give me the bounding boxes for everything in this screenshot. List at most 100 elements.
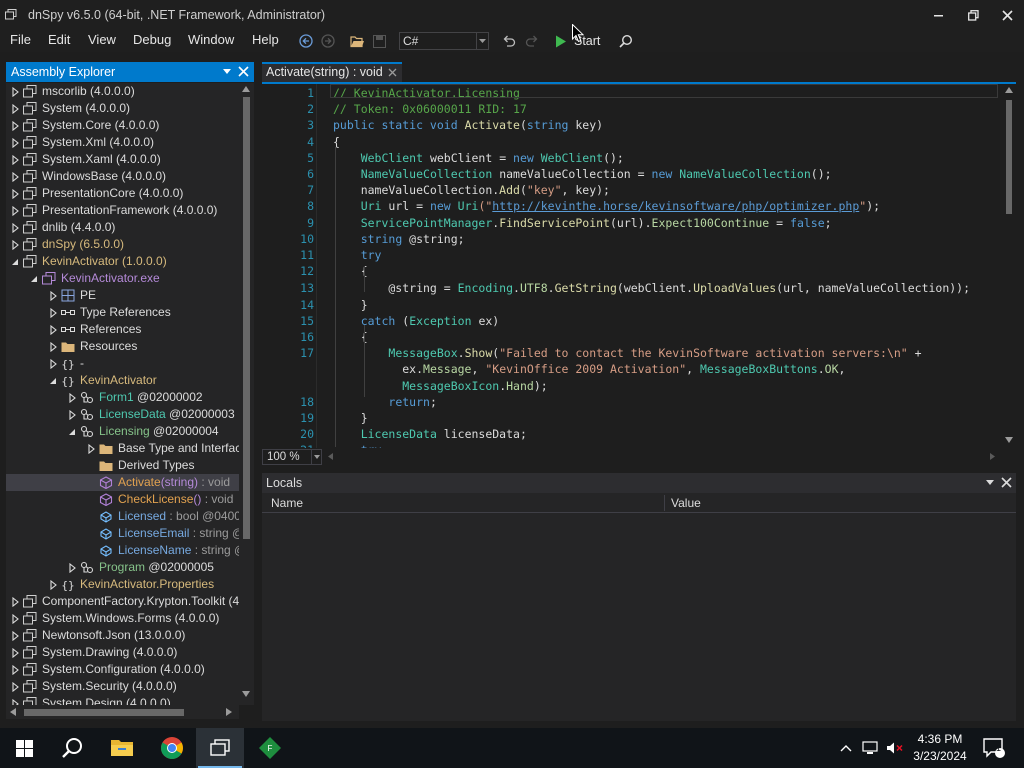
- collapsed-chevron-icon[interactable]: [10, 134, 20, 151]
- menu-view[interactable]: View: [88, 32, 116, 47]
- minimize-button[interactable]: [922, 0, 956, 30]
- collapsed-chevron-icon[interactable]: [10, 83, 20, 100]
- scroll-left-icon[interactable]: [328, 453, 333, 460]
- tree-item[interactable]: PresentationFramework (4.0.0.0): [6, 202, 239, 219]
- tree-item[interactable]: PE: [6, 287, 239, 304]
- tree-item[interactable]: {} KevinActivator: [6, 372, 239, 389]
- tree-item[interactable]: Form1 @02000002: [6, 389, 239, 406]
- taskbar-dnspy[interactable]: [196, 728, 244, 768]
- locals-column-value[interactable]: Value: [671, 493, 701, 513]
- collapsed-chevron-icon[interactable]: [48, 304, 58, 321]
- tree-item[interactable]: Derived Types: [6, 457, 239, 474]
- forward-button[interactable]: [320, 31, 336, 51]
- tree-item[interactable]: PresentationCore (4.0.0.0): [6, 185, 239, 202]
- tree-item[interactable]: {} KevinActivator.Properties: [6, 576, 239, 593]
- taskbar-kevin-activator[interactable]: F: [246, 728, 294, 768]
- taskbar-search-button[interactable]: [48, 728, 96, 768]
- tree-item[interactable]: Licensed : bool @04000001: [6, 508, 239, 525]
- scroll-up-icon[interactable]: [242, 86, 250, 92]
- language-select[interactable]: C#: [399, 32, 489, 50]
- scroll-thumb[interactable]: [24, 709, 184, 716]
- scroll-thumb[interactable]: [243, 97, 250, 539]
- locals-column-name[interactable]: Name: [271, 493, 303, 513]
- code-url-link[interactable]: http://kevinthe.horse/kevinsoftware/php/…: [492, 199, 859, 213]
- scroll-down-icon[interactable]: [1005, 437, 1013, 443]
- collapsed-chevron-icon[interactable]: [48, 287, 58, 304]
- collapsed-chevron-icon[interactable]: [10, 117, 20, 134]
- assembly-tree-vertical-scrollbar[interactable]: [239, 83, 254, 705]
- dropdown-icon[interactable]: [223, 69, 231, 74]
- menu-edit[interactable]: Edit: [48, 32, 70, 47]
- menu-debug[interactable]: Debug: [133, 32, 171, 47]
- menu-file[interactable]: File: [10, 32, 31, 47]
- tree-item[interactable]: Activate(string) : void: [6, 474, 239, 491]
- collapsed-chevron-icon[interactable]: [48, 576, 58, 593]
- menu-help[interactable]: Help: [252, 32, 279, 47]
- scroll-left-icon[interactable]: [10, 708, 16, 716]
- taskbar-file-explorer[interactable]: [98, 728, 146, 768]
- collapsed-chevron-icon[interactable]: [10, 151, 20, 168]
- undo-button[interactable]: [501, 31, 517, 51]
- tree-item[interactable]: Licensing @02000004: [6, 423, 239, 440]
- collapsed-chevron-icon[interactable]: [48, 355, 58, 372]
- close-tab-icon[interactable]: [388, 68, 397, 77]
- scroll-right-icon[interactable]: [990, 453, 995, 460]
- tree-item[interactable]: Base Type and Interfaces: [6, 440, 239, 457]
- expanded-chevron-icon[interactable]: [48, 372, 58, 389]
- tree-item[interactable]: System.Windows.Forms (4.0.0.0): [6, 610, 239, 627]
- collapsed-chevron-icon[interactable]: [10, 627, 20, 644]
- collapsed-chevron-icon[interactable]: [67, 406, 77, 423]
- tree-item[interactable]: References: [6, 321, 239, 338]
- collapsed-chevron-icon[interactable]: [67, 389, 77, 406]
- collapsed-chevron-icon[interactable]: [10, 202, 20, 219]
- expanded-chevron-icon[interactable]: [67, 423, 77, 440]
- collapsed-chevron-icon[interactable]: [10, 661, 20, 678]
- collapsed-chevron-icon[interactable]: [86, 440, 96, 457]
- scroll-thumb[interactable]: [1006, 100, 1012, 214]
- column-divider[interactable]: [664, 495, 665, 511]
- tree-item[interactable]: System.Xml (4.0.0.0): [6, 134, 239, 151]
- start-menu-button[interactable]: [0, 728, 48, 768]
- zoom-select[interactable]: 100 %: [262, 449, 322, 465]
- collapsed-chevron-icon[interactable]: [10, 219, 20, 236]
- tree-item[interactable]: Program @02000005: [6, 559, 239, 576]
- tree-item[interactable]: System.Design (4.0.0.0): [6, 695, 239, 705]
- notifications-button[interactable]: 1: [980, 728, 1008, 768]
- expanded-chevron-icon[interactable]: [29, 270, 39, 287]
- redo-button[interactable]: [524, 31, 540, 51]
- tree-item[interactable]: System.Security (4.0.0.0): [6, 678, 239, 695]
- collapsed-chevron-icon[interactable]: [48, 338, 58, 355]
- tree-item[interactable]: LicenseName : string @04000003: [6, 542, 239, 559]
- collapsed-chevron-icon[interactable]: [10, 695, 20, 705]
- back-button[interactable]: [298, 31, 314, 51]
- collapsed-chevron-icon[interactable]: [67, 559, 77, 576]
- tree-item[interactable]: ComponentFactory.Krypton.Toolkit (4.0.0.…: [6, 593, 239, 610]
- tree-item[interactable]: KevinActivator (1.0.0.0): [6, 253, 239, 270]
- tree-item[interactable]: System.Configuration (4.0.0.0): [6, 661, 239, 678]
- save-button[interactable]: [371, 31, 387, 51]
- open-button[interactable]: [349, 31, 365, 51]
- collapsed-chevron-icon[interactable]: [48, 321, 58, 338]
- collapsed-chevron-icon[interactable]: [10, 644, 20, 661]
- show-hidden-icons[interactable]: [836, 728, 856, 768]
- tree-item[interactable]: mscorlib (4.0.0.0): [6, 83, 239, 100]
- tree-item[interactable]: KevinActivator.exe: [6, 270, 239, 287]
- tree-item[interactable]: dnSpy (6.5.0.0): [6, 236, 239, 253]
- tree-item[interactable]: System.Xaml (4.0.0.0): [6, 151, 239, 168]
- assembly-tree-horizontal-scrollbar[interactable]: [6, 705, 239, 719]
- code-editor[interactable]: 12345678910111213141516171819202122// Ke…: [262, 84, 1002, 448]
- tab-activate[interactable]: Activate(string) : void: [262, 62, 402, 82]
- tree-item[interactable]: LicenseData @02000003: [6, 406, 239, 423]
- collapsed-chevron-icon[interactable]: [10, 678, 20, 695]
- collapsed-chevron-icon[interactable]: [10, 236, 20, 253]
- tree-item[interactable]: Newtonsoft.Json (13.0.0.0): [6, 627, 239, 644]
- restore-button[interactable]: [956, 0, 990, 30]
- tree-item[interactable]: Type References: [6, 304, 239, 321]
- tree-item[interactable]: CheckLicense() : void: [6, 491, 239, 508]
- search-button[interactable]: [618, 31, 634, 51]
- expanded-chevron-icon[interactable]: [10, 253, 20, 270]
- collapsed-chevron-icon[interactable]: [10, 100, 20, 117]
- tree-item[interactable]: WindowsBase (4.0.0.0): [6, 168, 239, 185]
- collapsed-chevron-icon[interactable]: [10, 593, 20, 610]
- tree-item[interactable]: {} -: [6, 355, 239, 372]
